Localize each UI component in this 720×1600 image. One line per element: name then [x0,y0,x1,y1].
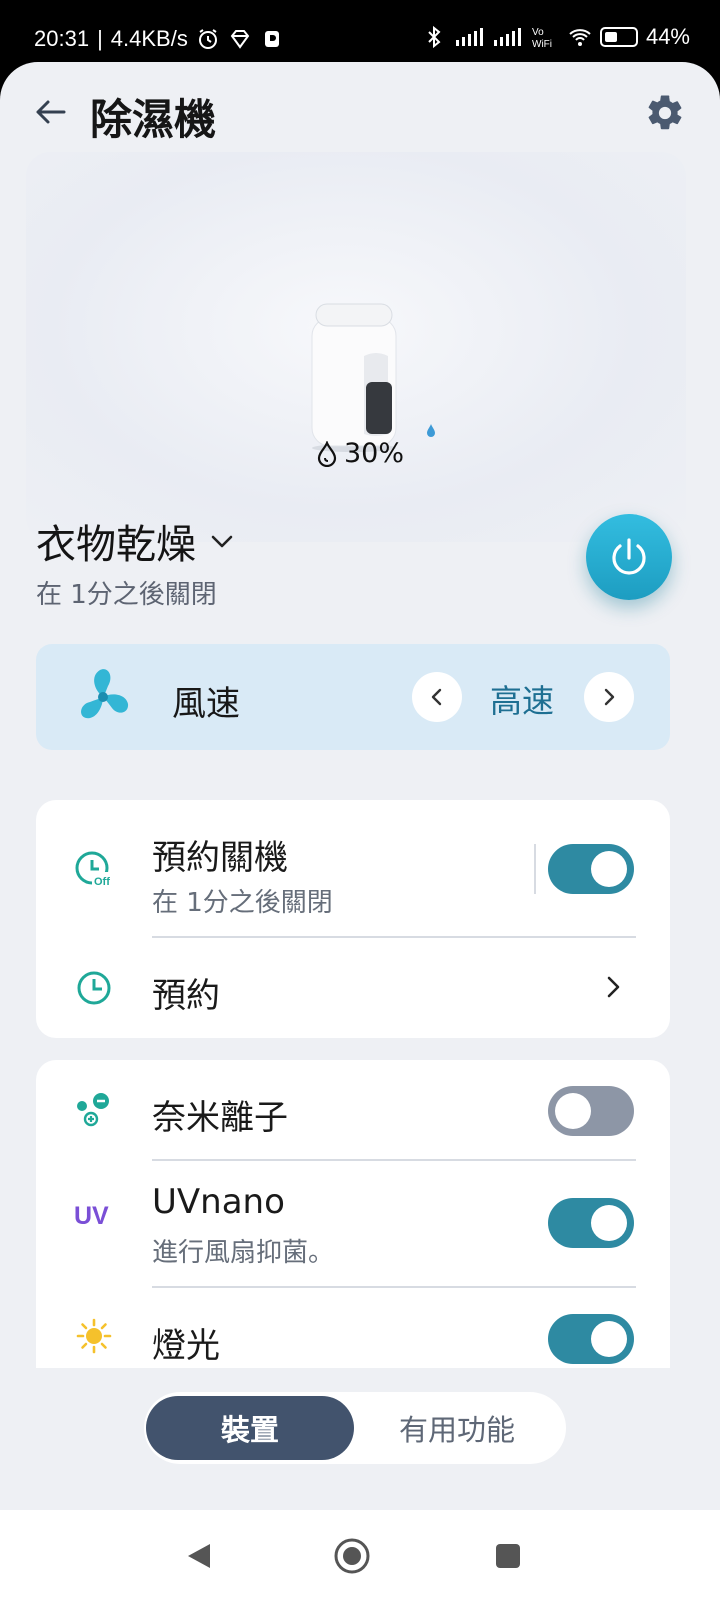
sun-icon [76,1318,112,1354]
uvnano-title: UVnano [152,1182,285,1222]
mode-label: 衣物乾燥 [36,522,196,568]
nav-recents-icon[interactable] [488,1536,528,1576]
nav-back-icon[interactable] [180,1536,220,1576]
chevron-down-icon [211,535,233,548]
off-timer-title: 預約關機 [152,838,288,878]
power-icon [612,538,646,575]
alarm-icon [198,29,217,49]
bottom-tab-area: 裝置 有用功能 [0,1368,720,1510]
uvnano-toggle[interactable] [548,1198,634,1248]
gear-icon[interactable] [644,92,686,134]
status-time: 20:31 [34,26,90,51]
bluetooth-icon [428,25,441,49]
uvnano-subtitle: 進行風扇抑菌。 [152,1238,335,1268]
toggle-knob [591,1321,627,1357]
nano-ion-toggle[interactable] [548,1086,634,1136]
page-title: 除濕機 [90,95,217,144]
fan-speed-value: 高速 [490,682,555,720]
humidity-readout: 30% [316,438,404,469]
tab-device[interactable]: 裝置 [146,1396,354,1460]
svg-text:WiFi: WiFi [532,39,552,49]
nano-ion-icon [77,1093,109,1127]
segmented-tabs: 裝置 有用功能 [144,1392,566,1464]
water-drop-icon [317,440,337,467]
dehumidifier-image [311,303,397,452]
toggle-knob [591,851,627,887]
humidity-value: 30% [344,438,405,469]
chevron-right-icon [604,688,615,706]
signal-icon-1 [455,28,483,46]
vowifi-icon: VoWiFi [532,27,552,49]
chevron-right-icon [607,976,620,998]
light-toggle[interactable] [548,1314,634,1364]
off-timer-toggle[interactable] [548,844,634,894]
fan-speed-label: 風速 [172,684,240,724]
tab-useful-features[interactable]: 有用功能 [358,1396,556,1460]
schedule-title: 預約 [152,976,220,1016]
mode-subtitle: 在 1分之後關閉 [36,580,217,610]
toggle-knob [555,1093,591,1129]
list-item-uvnano[interactable]: UV UVnano 進行風扇抑菌。 [36,1160,670,1286]
uv-icon: UV [74,1202,109,1230]
fan-icon [81,669,129,719]
nav-home-icon[interactable] [332,1536,372,1576]
list-item-off-timer[interactable]: Off 預約關機 在 1分之後關閉 [36,800,670,938]
back-arrow-icon[interactable] [30,92,70,132]
diamond-icon [230,30,250,49]
list-item-schedule[interactable]: 預約 [36,938,670,1038]
battery-level-fill [604,32,617,42]
water-drop-icon [427,424,435,437]
svg-text:Vo: Vo [532,27,544,38]
fan-speed-card: 風速 高速 [36,644,670,750]
fan-speed-increase-button[interactable] [584,672,634,722]
timer-off-icon: Off [75,851,114,888]
status-separator: | [97,26,103,51]
svg-text:Off: Off [94,876,110,888]
battery-icon [599,27,638,47]
list-item-nano-ion[interactable]: 奈米離子 [36,1060,670,1160]
system-nav-bar [0,1510,720,1600]
app-screen: 除濕機 30% 衣物乾燥 在 1分之後關閉 風速 高速 Off 預約關機 在 1… [0,62,720,1510]
signal-icon-2 [493,28,521,46]
status-bar: 20:31 | 4.4KB/s Vo WiFi 44% [0,0,720,62]
schedule-card: Off 預約關機 在 1分之後關閉 預約 [36,800,670,1038]
device-hero [26,152,686,542]
power-button[interactable] [586,514,672,600]
light-title: 燈光 [152,1326,220,1366]
chevron-left-icon [431,688,442,706]
wifi-icon [569,29,591,46]
nano-ion-title: 奈米離子 [152,1098,288,1138]
mode-selector[interactable]: 衣物乾燥 [36,512,236,570]
battery-percent: 44% [645,24,690,49]
schedule-icon [77,971,111,1005]
app-notification-icon [264,31,279,47]
network-speed: 4.4KB/s [110,26,188,51]
top-bar: 除濕機 [0,62,720,162]
vertical-divider [534,844,536,894]
toggle-knob [591,1205,627,1241]
off-timer-subtitle: 在 1分之後關閉 [152,888,333,918]
fan-speed-decrease-button[interactable] [412,672,462,722]
